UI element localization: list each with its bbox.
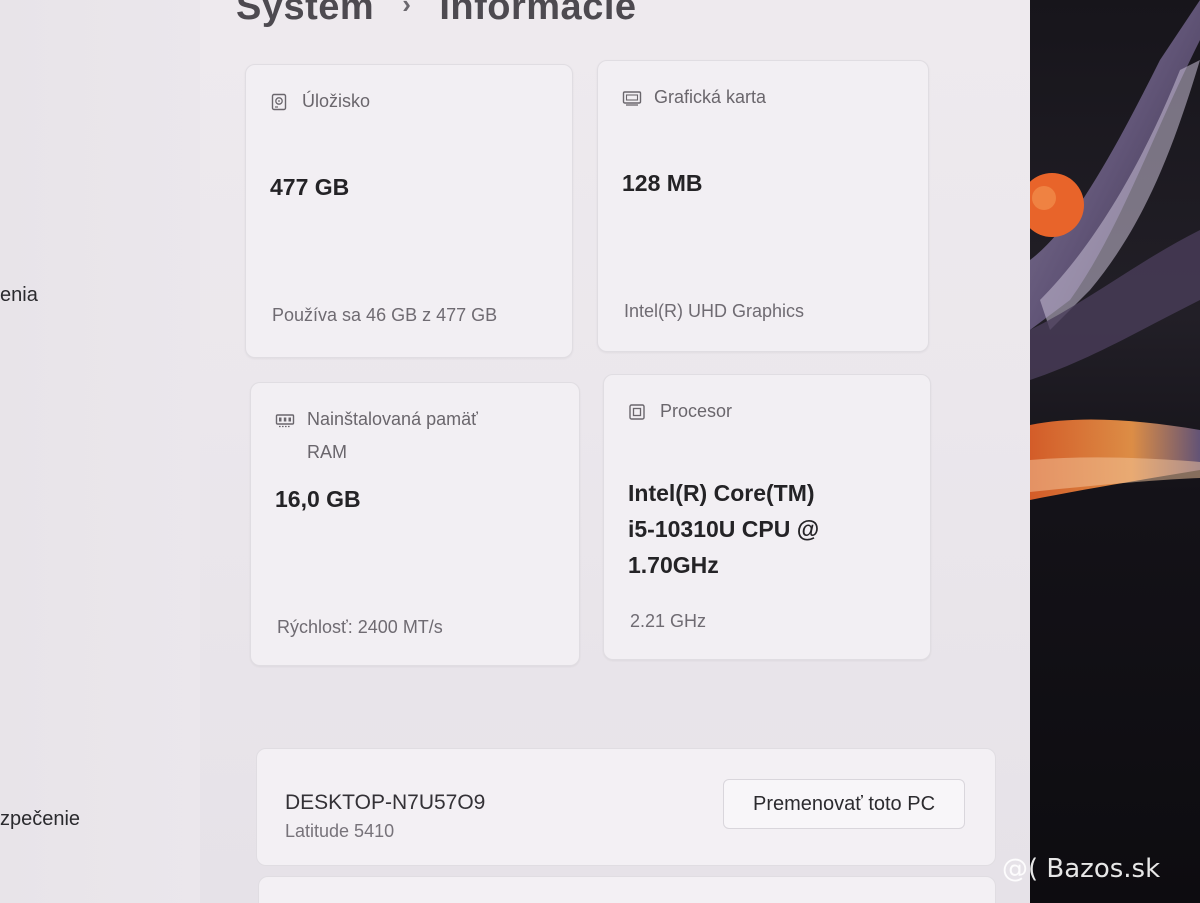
page-title: Informácie (439, 0, 637, 28)
desktop-wallpaper (1030, 0, 1200, 903)
ram-value: 16,0 GB (275, 486, 361, 512)
ram-title: Nainštalovaná pamäť RAM (307, 409, 478, 463)
processor-value-line3: 1.70GHz (628, 552, 719, 578)
sidebar-item-security-partial[interactable]: zpečenie (0, 808, 80, 831)
storage-detail: Používa sa 46 GB z 477 GB (272, 305, 498, 325)
storage-card-header: Úložisko (270, 91, 370, 112)
device-name: DESKTOP-N7U57O9 (285, 791, 486, 814)
graphics-detail: Intel(R) UHD Graphics (624, 301, 805, 321)
processor-card-header: Procesor (628, 401, 732, 422)
rename-pc-button[interactable]: Premenovať toto PC (723, 779, 965, 829)
ram-title-line2: RAM (307, 442, 347, 462)
storage-icon (270, 93, 288, 111)
processor-detail: 2.21 GHz (630, 611, 707, 631)
next-settings-card[interactable] (258, 876, 996, 903)
processor-card: Procesor Intel(R) Core(TM) i5-10310U CPU… (603, 374, 931, 660)
storage-card: Úložisko 477 GB Používa sa 46 GB z 477 G… (245, 64, 573, 358)
navigation-pane: enia zpečenie (0, 0, 200, 903)
processor-value-line1: Intel(R) Core(TM) (628, 480, 815, 506)
processor-value: Intel(R) Core(TM) i5-10310U CPU @ 1.70GH… (628, 475, 819, 583)
breadcrumb: Systém › Informácie (236, 0, 637, 29)
graphics-card: Grafická karta 128 MB Intel(R) UHD Graph… (597, 60, 929, 352)
processor-title: Procesor (660, 401, 733, 421)
device-model: Latitude 5410 (285, 821, 395, 841)
storage-value: 477 GB (270, 174, 350, 200)
memory-icon (275, 411, 295, 429)
graphics-card-icon (622, 89, 642, 107)
ram-card: Nainštalovaná pamäť RAM 16,0 GB Rýchlosť… (250, 382, 580, 666)
graphics-value: 128 MB (622, 170, 703, 196)
settings-window: enia zpečenie Systém › Informácie Úložisko… (0, 0, 1030, 903)
graphics-title: Grafická karta (654, 87, 767, 107)
breadcrumb-separator: › (402, 0, 412, 19)
processor-value-line2: i5-10310U CPU @ (628, 516, 820, 542)
storage-title: Úložisko (302, 91, 371, 111)
sidebar-item-partial[interactable]: enia (0, 284, 38, 307)
ram-detail: Rýchlosť: 2400 MT/s (277, 617, 443, 637)
breadcrumb-parent[interactable]: Systém (236, 0, 374, 28)
processor-icon (628, 403, 646, 421)
device-name-card: DESKTOP-N7U57O9 Latitude 5410 Premenovať… (256, 748, 996, 866)
graphics-card-header: Grafická karta (622, 87, 766, 108)
ram-title-line1: Nainštalovaná pamäť (307, 409, 478, 429)
watermark-logo: @( Bazos.sk (1002, 854, 1161, 884)
ram-card-header: Nainštalovaná pamäť RAM (275, 409, 478, 463)
